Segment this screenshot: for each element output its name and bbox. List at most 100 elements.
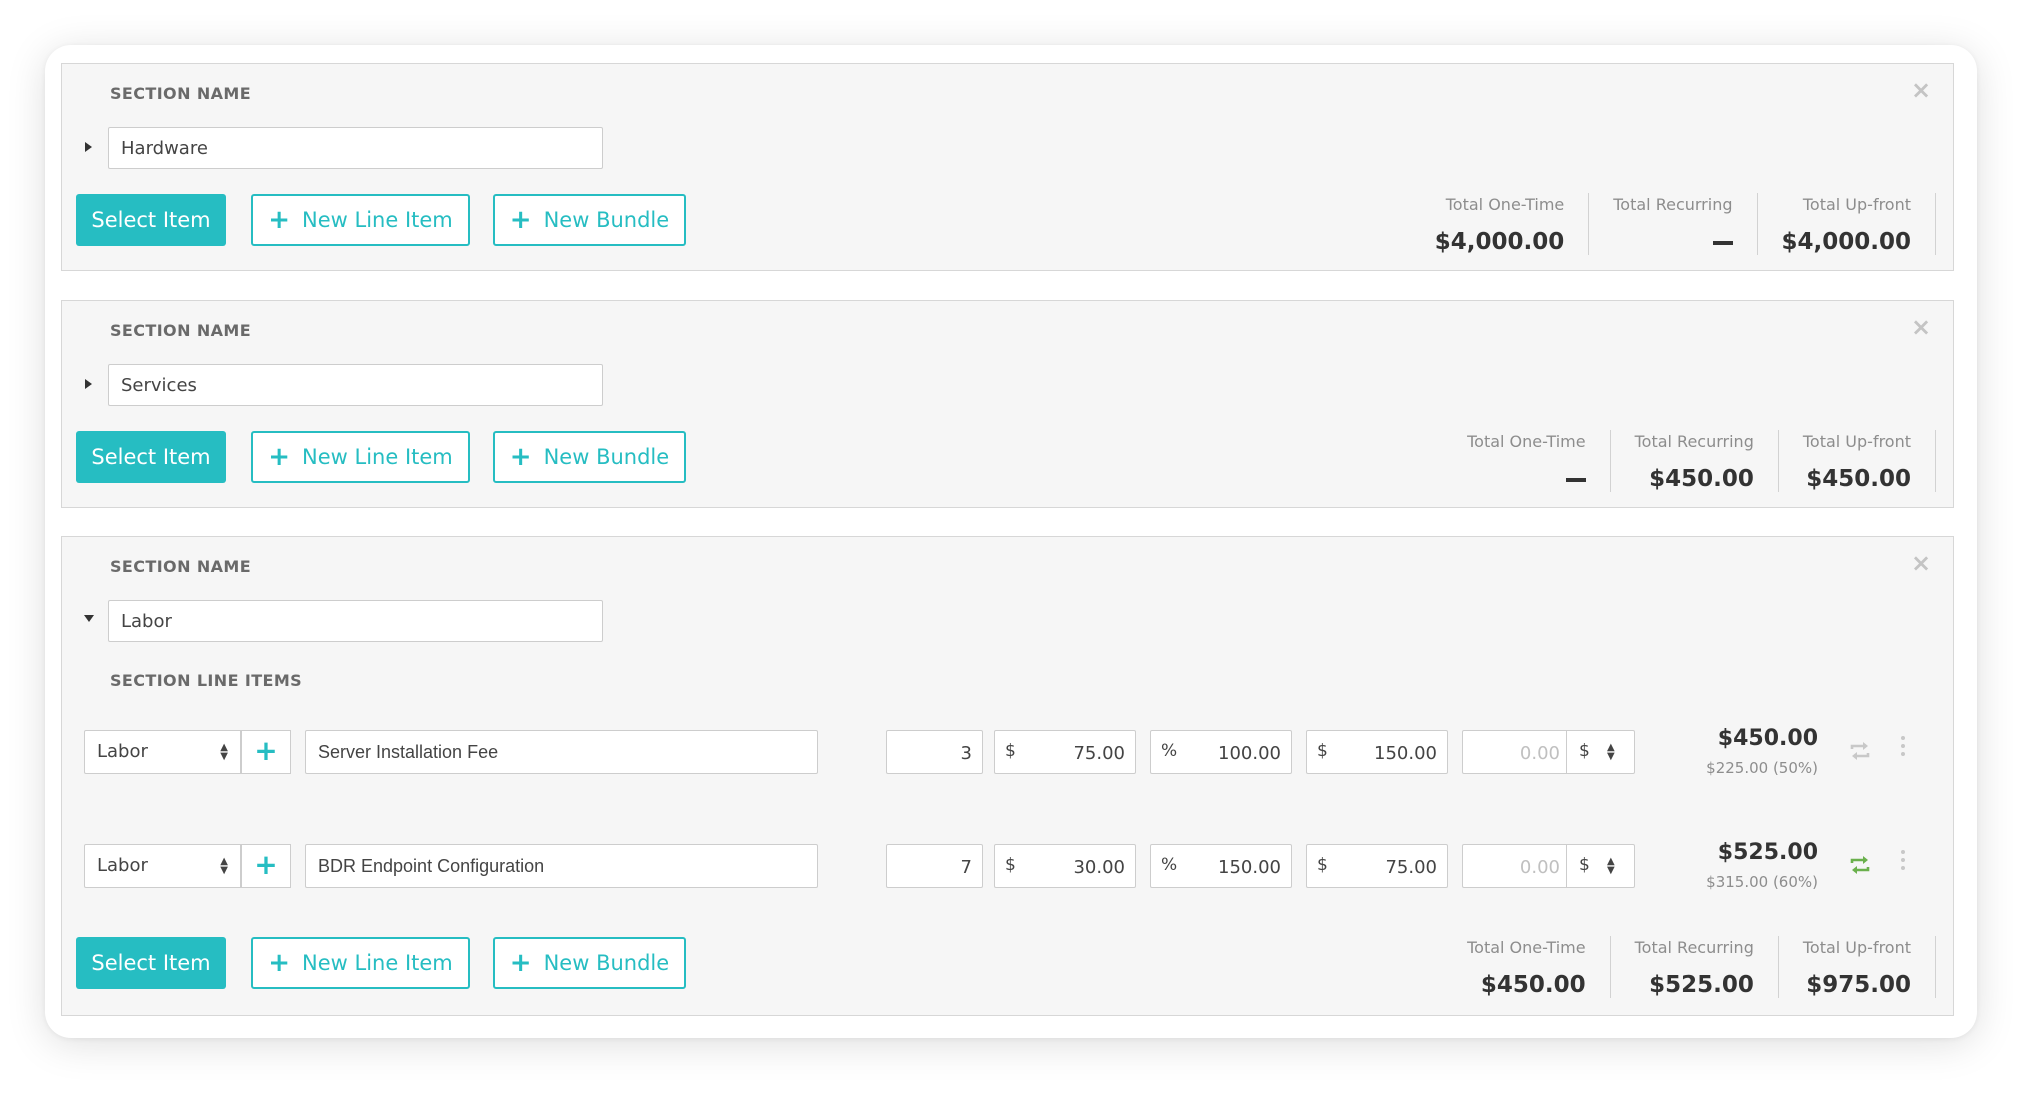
section-name-label: SECTION NAME: [110, 557, 252, 576]
total-recurring-label: Total Recurring: [1634, 938, 1754, 957]
plus-icon: +: [509, 442, 532, 472]
caret-right-icon[interactable]: [84, 141, 94, 153]
line-item-row: Labor ▲▼ + 7 $ 30.00 % 150.00 $ 75.00 0.…: [62, 840, 1953, 891]
cost-value: 75.00: [1073, 743, 1125, 764]
plus-icon: +: [268, 948, 291, 978]
price-prefix: $: [1317, 855, 1328, 875]
section-totals: Total One-Time $450.00 Total Recurring $…: [1443, 936, 1936, 998]
total-recurring-value: $450.00: [1649, 466, 1754, 492]
discount-input[interactable]: 0.00 $ ▲ ▼: [1462, 730, 1635, 774]
divider: [1566, 845, 1567, 887]
total-one-time: Total One-Time $4,000.00: [1411, 193, 1590, 255]
discount-type-prefix[interactable]: $: [1579, 855, 1590, 875]
section-name-input[interactable]: [108, 127, 603, 169]
new-line-item-label: New Line Item: [302, 445, 453, 469]
section-name-input[interactable]: [108, 364, 603, 406]
markup-prefix: %: [1161, 855, 1178, 875]
close-icon[interactable]: ×: [1911, 551, 1931, 575]
total-up-front: Total Up-front $450.00: [1779, 430, 1936, 492]
section-hardware: SECTION NAME × Select Item + New Line It…: [61, 63, 1954, 271]
price-input[interactable]: $ 75.00: [1306, 844, 1448, 888]
category-select[interactable]: Labor ▲ ▼: [84, 844, 241, 888]
sort-arrows-icon: ▲ ▼: [220, 856, 228, 876]
description-input[interactable]: [305, 730, 818, 774]
category-select[interactable]: Labor ▲ ▼: [84, 730, 241, 774]
sort-arrows-icon: ▲ ▼: [220, 742, 228, 762]
markup-value: 150.00: [1218, 857, 1281, 878]
total-up-front: Total Up-front $4,000.00: [1758, 193, 1936, 255]
total-up-front-value: $450.00: [1806, 466, 1911, 492]
empty-value-dash: [1565, 478, 1586, 482]
discount-value: 0.00: [1519, 743, 1560, 764]
description-input[interactable]: [305, 844, 818, 888]
total-one-time-value: $4,000.00: [1434, 229, 1565, 255]
section-name-input[interactable]: [108, 600, 603, 642]
cost-input[interactable]: $ 30.00: [994, 844, 1136, 888]
line-total: $525.00 $315.00 (60%): [1706, 840, 1818, 891]
new-line-item-button[interactable]: + New Line Item: [251, 431, 470, 483]
new-line-item-button[interactable]: + New Line Item: [251, 194, 470, 246]
close-icon[interactable]: ×: [1911, 315, 1931, 339]
cost-value: 30.00: [1073, 857, 1125, 878]
add-item-button[interactable]: +: [241, 730, 291, 774]
plus-icon: +: [268, 442, 291, 472]
divider: [1566, 731, 1567, 773]
select-item-button[interactable]: Select Item: [76, 937, 226, 989]
total-up-front-label: Total Up-front: [1802, 432, 1911, 451]
line-total-subtotal: $315.00 (60%): [1706, 873, 1818, 891]
caret-right-icon[interactable]: [84, 378, 94, 390]
more-vertical-icon[interactable]: [1899, 850, 1907, 876]
total-up-front-value: $975.00: [1806, 972, 1911, 998]
cost-input[interactable]: $ 75.00: [994, 730, 1136, 774]
add-item-button[interactable]: +: [241, 844, 291, 888]
line-total: $450.00 $225.00 (50%): [1706, 726, 1818, 777]
cost-prefix: $: [1005, 741, 1016, 761]
discount-input[interactable]: 0.00 $ ▲ ▼: [1462, 844, 1635, 888]
discount-type-prefix[interactable]: $: [1579, 741, 1590, 761]
total-up-front-value: $4,000.00: [1781, 229, 1912, 255]
new-bundle-button[interactable]: + New Bundle: [493, 431, 686, 483]
new-bundle-button[interactable]: + New Bundle: [493, 937, 686, 989]
quantity-input[interactable]: 3: [886, 730, 983, 774]
markup-prefix: %: [1161, 741, 1178, 761]
price-input[interactable]: $ 150.00: [1306, 730, 1448, 774]
markup-input[interactable]: % 150.00: [1150, 844, 1292, 888]
total-one-time-label: Total One-Time: [1467, 938, 1586, 957]
new-line-item-button[interactable]: + New Line Item: [251, 937, 470, 989]
plus-icon: +: [254, 848, 278, 881]
sort-arrows-icon[interactable]: ▲ ▼: [1607, 743, 1615, 762]
total-one-time: Total One-Time: [1443, 430, 1611, 492]
quantity-input[interactable]: 7: [886, 844, 983, 888]
total-one-time-value: $450.00: [1480, 972, 1586, 998]
total-recurring-label: Total Recurring: [1613, 195, 1733, 214]
total-recurring-value: $525.00: [1649, 972, 1754, 998]
close-icon[interactable]: ×: [1911, 78, 1931, 102]
section-labor: SECTION NAME × SECTION LINE ITEMS Labor …: [61, 536, 1954, 1016]
quantity-value: 7: [960, 857, 972, 878]
recurring-icon[interactable]: [1847, 852, 1873, 878]
recurring-icon[interactable]: [1847, 738, 1873, 764]
plus-icon: +: [254, 734, 278, 767]
more-vertical-icon[interactable]: [1899, 736, 1907, 762]
markup-input[interactable]: % 100.00: [1150, 730, 1292, 774]
price-value: 75.00: [1385, 857, 1437, 878]
total-up-front: Total Up-front $975.00: [1779, 936, 1936, 998]
total-up-front-label: Total Up-front: [1802, 195, 1911, 214]
sort-arrows-icon[interactable]: ▲ ▼: [1607, 857, 1615, 876]
select-item-button[interactable]: Select Item: [76, 431, 226, 483]
total-recurring-label: Total Recurring: [1634, 432, 1754, 451]
select-item-button[interactable]: Select Item: [76, 194, 226, 246]
new-bundle-button[interactable]: + New Bundle: [493, 194, 686, 246]
total-one-time: Total One-Time $450.00: [1443, 936, 1611, 998]
section-totals: Total One-Time Total Recurring $450.00 T…: [1443, 430, 1936, 492]
price-prefix: $: [1317, 741, 1328, 761]
category-value: Labor: [97, 741, 148, 762]
total-recurring: Total Recurring $525.00: [1611, 936, 1779, 998]
section-name-label: SECTION NAME: [110, 321, 252, 340]
new-bundle-label: New Bundle: [543, 951, 670, 975]
section-line-items-label: SECTION LINE ITEMS: [110, 671, 303, 690]
caret-down-icon[interactable]: [83, 614, 95, 624]
discount-value: 0.00: [1519, 857, 1560, 878]
new-line-item-label: New Line Item: [302, 951, 453, 975]
plus-icon: +: [509, 205, 532, 235]
